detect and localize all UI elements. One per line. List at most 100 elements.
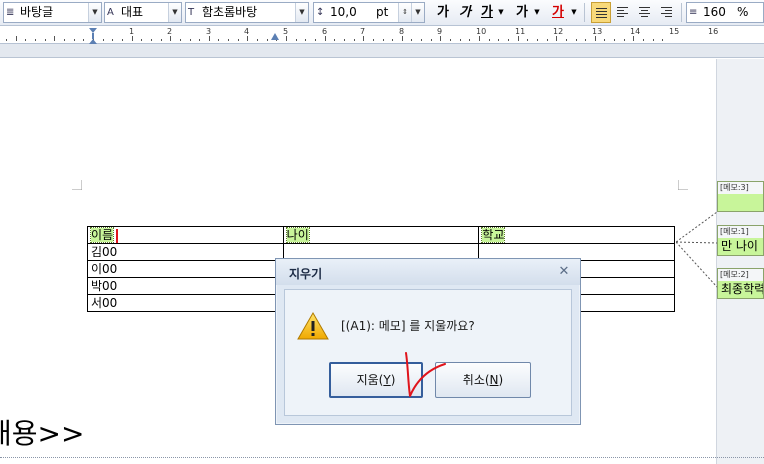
ruler-tick	[267, 39, 268, 41]
ruler-tick	[6, 39, 7, 41]
memo-body[interactable]	[718, 194, 763, 211]
tab-marker-icon[interactable]	[271, 33, 279, 40]
chevron-down-icon[interactable]: ▼	[497, 2, 505, 23]
font-color-button[interactable]: 가	[550, 2, 566, 23]
font-size-combo[interactable]: ↕ 10,0 pt ⇕ ▼	[313, 2, 425, 23]
ruler-tick	[190, 39, 191, 41]
language-combo-value: 대표	[121, 5, 144, 19]
ruler-tick	[498, 39, 499, 41]
center-align-button[interactable]	[635, 2, 655, 23]
ruler-tick	[547, 39, 548, 41]
memo-margin-panel	[716, 59, 764, 464]
ruler-tick	[363, 36, 364, 41]
spinner-icon[interactable]: ⇕	[398, 3, 411, 22]
memo-header: [메모:2]	[718, 269, 763, 281]
horizontal-ruler[interactable]: 1 2 3 4 5 6 7 8 9 10 11 12 13 14 15 16	[0, 27, 764, 44]
font-size-unit: pt	[376, 5, 389, 19]
style-combo-value: 바탕글	[20, 5, 54, 19]
memo-anchor[interactable]: 나이	[285, 227, 310, 243]
italic-button[interactable]: 가	[457, 2, 473, 23]
language-icon: A	[107, 7, 114, 18]
dialog-title: 지우기	[289, 267, 323, 281]
ruler-tick	[479, 36, 480, 41]
confirm-delete-button[interactable]: 지움(Y)	[329, 362, 423, 398]
line-spacing-icon: ≡	[689, 7, 698, 18]
ruler-tick	[170, 36, 171, 41]
ruler-tick	[489, 39, 490, 41]
text-cursor	[116, 228, 119, 243]
bold-button[interactable]: 가	[435, 2, 451, 23]
ruler-tick	[450, 39, 451, 41]
table-cell[interactable]: 서00	[87, 294, 284, 312]
table-cell[interactable]: 이00	[87, 260, 284, 278]
table-cell[interactable]: 박00	[87, 277, 284, 295]
ruler-tick	[585, 39, 586, 41]
right-align-button[interactable]	[657, 2, 677, 23]
ruler-number: 5	[283, 27, 289, 36]
font-combo[interactable]: T 함초롬바탕 ▼	[185, 2, 309, 23]
chevron-down-icon[interactable]: ▼	[295, 3, 308, 22]
ruler-shadow-strip	[0, 44, 764, 58]
dialog-titlebar[interactable]: 지우기 ✕	[276, 259, 580, 285]
ruler-tick	[180, 39, 181, 41]
ruler-tick	[354, 39, 355, 41]
memo-body[interactable]: 최종학력	[718, 281, 763, 298]
ruler-tick	[209, 36, 210, 41]
dialog-body: [(A1): 메모] 를 지울까요? 지움(Y) 취소(N)	[284, 289, 572, 416]
warning-icon	[297, 312, 329, 340]
ruler-number: 8	[399, 27, 405, 36]
chevron-down-icon[interactable]: ▼	[168, 3, 181, 22]
memo-balloon[interactable]: [메모:2] 최종학력	[717, 268, 764, 299]
ruler-number: 1	[129, 27, 135, 36]
ruler-tick	[373, 39, 374, 41]
chevron-down-icon[interactable]: ▼	[533, 2, 541, 23]
ruler-tick	[83, 39, 84, 41]
memo-balloon[interactable]: [메모:3]	[717, 181, 764, 212]
ruler-tick	[315, 39, 316, 41]
ruler-number: 4	[244, 27, 250, 36]
memo-balloon[interactable]: [메모:1] 만 나이	[717, 225, 764, 256]
toolbar-separator	[681, 3, 682, 22]
ruler-number: 13	[592, 27, 603, 36]
style-combo[interactable]: ≣ 바탕글 ▼	[3, 2, 102, 23]
ruler-tick	[518, 36, 519, 41]
ruler-tick	[653, 39, 654, 41]
chevron-down-icon[interactable]: ▼	[570, 2, 578, 23]
line-spacing-combo[interactable]: ≡ 160 %	[686, 2, 764, 23]
ruler-tick	[151, 39, 152, 41]
table-cell[interactable]: 이름	[87, 226, 284, 244]
chevron-down-icon[interactable]: ▼	[411, 3, 424, 22]
strikethrough-button[interactable]: 가	[513, 2, 531, 23]
ruler-tick	[238, 39, 239, 41]
justify-align-button[interactable]	[591, 2, 611, 23]
language-combo[interactable]: A 대표 ▼	[104, 2, 182, 23]
table-cell[interactable]: 나이	[282, 226, 480, 244]
ruler-tick	[402, 36, 403, 41]
left-align-button[interactable]	[613, 2, 633, 23]
ruler-number: 6	[322, 27, 328, 36]
ruler-number: 12	[553, 27, 564, 36]
indent-marker-icon[interactable]	[89, 28, 97, 44]
memo-anchor[interactable]: 이름	[89, 227, 115, 243]
memo-header: [메모:1]	[718, 226, 763, 238]
chevron-down-icon[interactable]: ▼	[88, 3, 101, 22]
ruler-number: 16	[708, 27, 719, 36]
close-icon[interactable]: ✕	[556, 264, 572, 279]
cancel-button[interactable]: 취소(N)	[435, 362, 531, 398]
confirm-label: 지움(	[356, 373, 384, 387]
memo-anchor[interactable]: 학교	[481, 227, 506, 243]
ruler-tick	[643, 39, 644, 41]
table-cell[interactable]: 김00	[87, 243, 284, 261]
memo-body[interactable]: 만 나이	[718, 238, 763, 255]
ruler-tick	[595, 36, 596, 41]
underline-button[interactable]: 가	[479, 2, 495, 23]
ruler-tick	[440, 36, 441, 41]
cancel-hotkey: N	[489, 373, 499, 387]
ruler-tick	[161, 39, 162, 41]
table-cell[interactable]: 학교	[478, 226, 675, 244]
ruler-number: 7	[360, 27, 366, 36]
ruler-tick	[35, 39, 36, 41]
delete-dialog: 지우기 ✕ [(A1): 메모] 를 지울까요? 지움(Y) 취소(N)	[275, 258, 581, 425]
ruler-number: 15	[669, 27, 680, 36]
body-text[interactable]: 내용>>	[0, 416, 84, 452]
